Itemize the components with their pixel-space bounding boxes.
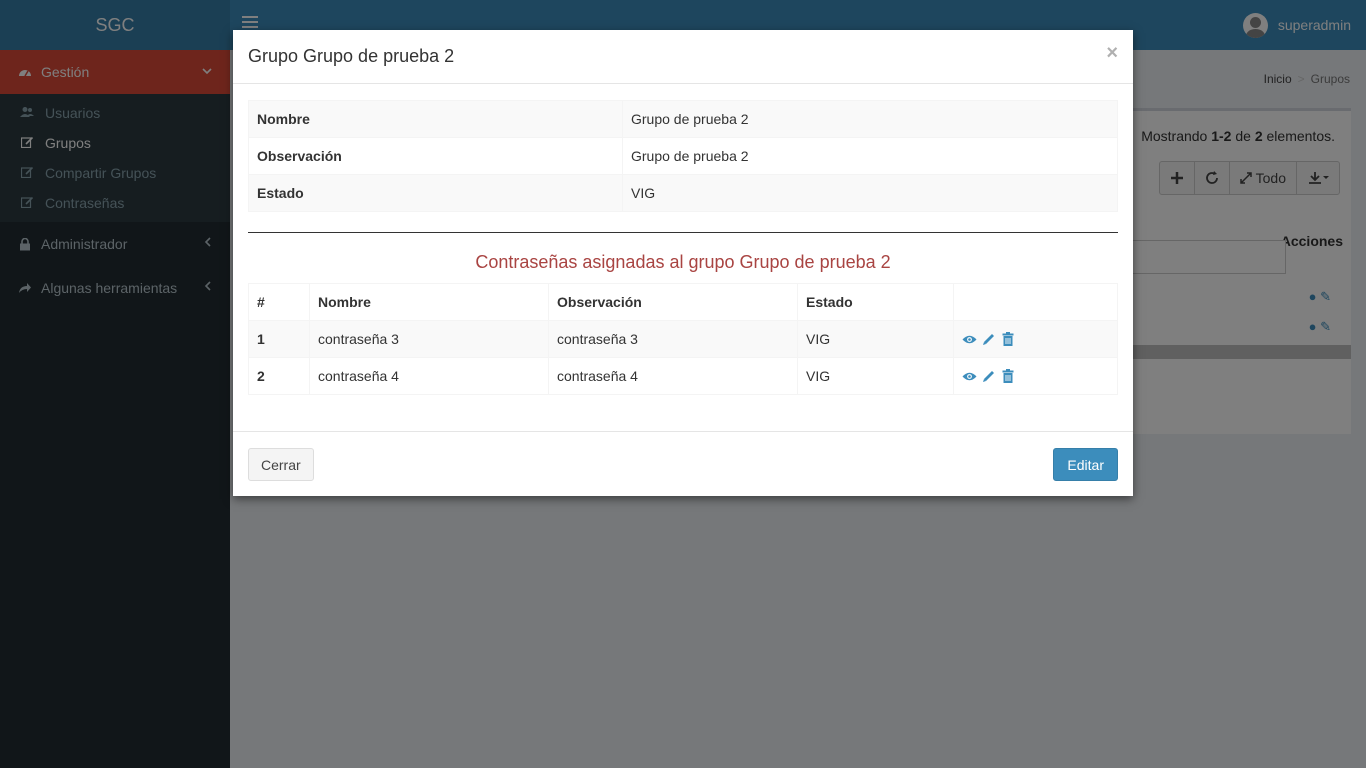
edit-icon[interactable]: [981, 332, 996, 347]
row-number: 1: [248, 320, 310, 358]
row-actions: [953, 357, 1118, 395]
detail-value: Grupo de prueba 2: [622, 100, 1118, 138]
row-nombre: contraseña 3: [309, 320, 549, 358]
column-header: Observación: [548, 283, 798, 321]
table-header-row: # Nombre Observación Estado: [248, 283, 1118, 321]
column-header: #: [248, 283, 310, 321]
modal-title: Grupo Grupo de prueba 2: [248, 46, 455, 66]
column-header: Nombre: [309, 283, 549, 321]
assigned-passwords-title: Contraseñas asignadas al grupo Grupo de …: [475, 252, 891, 272]
divider: [248, 232, 1118, 233]
trash-icon[interactable]: [1000, 332, 1015, 347]
table-row: 1 contraseña 3 contraseña 3 VIG: [248, 320, 1118, 358]
assigned-passwords-table: # Nombre Observación Estado 1 contraseña…: [248, 283, 1118, 395]
detail-value: Grupo de prueba 2: [622, 137, 1118, 175]
trash-icon[interactable]: [1000, 369, 1015, 384]
modal-footer: Cerrar Editar: [233, 431, 1133, 496]
group-detail-modal: Grupo Grupo de prueba 2 × Nombre Grupo d…: [233, 30, 1133, 496]
close-icon[interactable]: ×: [1106, 42, 1118, 65]
column-header-actions: [953, 283, 1118, 321]
modal-header: Grupo Grupo de prueba 2 ×: [233, 30, 1133, 84]
eye-icon[interactable]: [962, 369, 977, 384]
row-number: 2: [248, 357, 310, 395]
column-header: Estado: [797, 283, 954, 321]
detail-label: Observación: [248, 137, 623, 175]
detail-value: VIG: [622, 174, 1118, 212]
row-actions: [953, 320, 1118, 358]
detail-label: Nombre: [248, 100, 623, 138]
detail-row: Nombre Grupo de prueba 2: [248, 100, 1118, 138]
table-row: 2 contraseña 4 contraseña 4 VIG: [248, 357, 1118, 395]
row-estado: VIG: [797, 320, 954, 358]
close-button[interactable]: Cerrar: [248, 448, 314, 481]
row-observacion: contraseña 3: [548, 320, 798, 358]
detail-row: Estado VIG: [248, 174, 1118, 212]
eye-icon[interactable]: [962, 332, 977, 347]
row-observacion: contraseña 4: [548, 357, 798, 395]
modal-body: Nombre Grupo de prueba 2 Observación Gru…: [248, 100, 1118, 395]
detail-label: Estado: [248, 174, 623, 212]
row-nombre: contraseña 4: [309, 357, 549, 395]
group-detail-table: Nombre Grupo de prueba 2 Observación Gru…: [248, 100, 1118, 212]
edit-icon[interactable]: [981, 369, 996, 384]
edit-button[interactable]: Editar: [1053, 448, 1118, 481]
detail-row: Observación Grupo de prueba 2: [248, 137, 1118, 175]
row-estado: VIG: [797, 357, 954, 395]
